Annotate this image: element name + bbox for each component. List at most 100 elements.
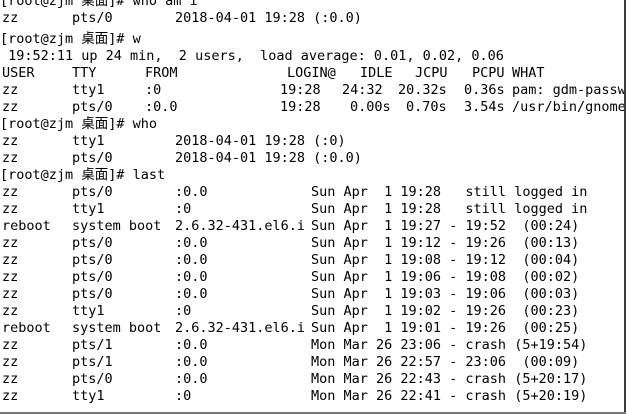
last-user: zz xyxy=(2,201,19,217)
w-row: zz tty1 :0 19:28 24:32 20.32s 0.36s pam:… xyxy=(0,82,626,99)
last-tty: pts/1 xyxy=(72,337,113,353)
last-time: Sun Apr 1 19:06 - 19:08 (00:02) xyxy=(311,269,580,285)
w-header-tty: TTY xyxy=(72,65,97,81)
w-what: /usr/bin/gnome- xyxy=(512,99,626,115)
prompt-who: [root@zjm 桌面]# who xyxy=(0,116,158,132)
last-time: Sun Apr 1 19:27 - 19:52 (00:24) xyxy=(311,218,580,234)
last-tty: pts/0 xyxy=(72,235,113,251)
last-host: :0.0 xyxy=(175,286,208,302)
w-user: zz xyxy=(2,82,19,98)
last-host: :0.0 xyxy=(175,371,208,387)
last-time: Mon Mar 26 22:41 - crash (5+20:19) xyxy=(311,388,588,404)
w-header-row: USER TTY FROM LOGIN@ IDLE JCPU PCPU WHAT xyxy=(0,65,626,82)
last-user: zz xyxy=(2,337,19,353)
last-row: reboot system boot 2.6.32-431.el6.i Sun … xyxy=(0,320,626,337)
last-time: Sun Apr 1 19:08 - 19:12 (00:04) xyxy=(311,252,580,268)
w-from: :0 xyxy=(145,82,162,98)
last-row: zz pts/0 :0.0 Sun Apr 1 19:08 - 19:12 (0… xyxy=(0,252,626,269)
w-idle: 24:32 xyxy=(342,82,383,98)
who-login: 2018-04-01 19:28 (:0) xyxy=(175,133,346,149)
whoami-user: zz xyxy=(2,10,19,26)
last-host: :0.0 xyxy=(175,235,208,251)
last-row: zz pts/0 :0.0 Sun Apr 1 19:06 - 19:08 (0… xyxy=(0,269,626,286)
last-tty: pts/0 xyxy=(72,269,113,285)
last-tty: system boot xyxy=(72,320,162,336)
last-row: zz tty1 :0 Sun Apr 1 19:02 - 19:26 (00:2… xyxy=(0,303,626,320)
prompt-w: [root@zjm 桌面]# w xyxy=(0,31,141,47)
prompt-who-am-i: [root@zjm 桌面]# who am i xyxy=(0,0,198,9)
last-time: Sun Apr 1 19:28 still logged in xyxy=(311,201,588,217)
who-row: zz pts/0 2018-04-01 19:28 (:0.0) xyxy=(0,150,626,167)
last-host: :0.0 xyxy=(175,184,208,200)
last-host: 2.6.32-431.el6.i xyxy=(175,218,306,234)
last-user: zz xyxy=(2,235,19,251)
w-header-from: FROM xyxy=(145,65,178,81)
w-pcpu: 3.54s xyxy=(464,99,505,115)
last-user: zz xyxy=(2,286,19,302)
whoami-row: zz pts/0 2018-04-01 19:28 (:0.0) xyxy=(0,10,626,27)
w-jcpu: 0.70s xyxy=(406,99,447,115)
whoami-tty: pts/0 xyxy=(72,10,113,26)
last-tty: tty1 xyxy=(72,388,105,404)
last-host: :0.0 xyxy=(175,269,208,285)
who-tty: tty1 xyxy=(72,133,105,149)
last-time: Mon Mar 26 22:57 - 23:06 (00:09) xyxy=(311,354,580,370)
w-what: pam: gdm-passwo xyxy=(512,82,626,98)
prompt-last: [root@zjm 桌面]# last xyxy=(0,167,166,183)
last-row: reboot system boot 2.6.32-431.el6.i Sun … xyxy=(0,218,626,235)
last-user: reboot xyxy=(2,218,51,234)
last-user: zz xyxy=(2,184,19,200)
w-login: 19:28 xyxy=(280,82,321,98)
last-host: 2.6.32-431.el6.i xyxy=(175,320,306,336)
last-row: zz pts/0 :0.0 Sun Apr 1 19:12 - 19:26 (0… xyxy=(0,235,626,252)
last-tty: pts/0 xyxy=(72,252,113,268)
w-tty: pts/0 xyxy=(72,99,113,115)
last-row: zz tty1 :0 Mon Mar 26 22:41 - crash (5+2… xyxy=(0,388,626,405)
last-row: zz tty1 :0 Sun Apr 1 19:28 still logged … xyxy=(0,201,626,218)
last-user: zz xyxy=(2,388,19,404)
w-uptime: 19:52:11 up 24 min, 2 users, load averag… xyxy=(0,48,504,64)
w-from: :0.0 xyxy=(145,99,178,115)
last-time: Sun Apr 1 19:02 - 19:26 (00:23) xyxy=(311,303,580,319)
last-row: zz pts/0 :0.0 Mon Mar 26 22:43 - crash (… xyxy=(0,371,626,388)
w-idle: 0.00s xyxy=(350,99,391,115)
w-header-jcpu: JCPU xyxy=(415,65,448,81)
last-row: zz pts/1 :0.0 Mon Mar 26 22:57 - 23:06 (… xyxy=(0,354,626,371)
last-time: Mon Mar 26 23:06 - crash (5+19:54) xyxy=(311,337,588,353)
last-time: Mon Mar 26 22:43 - crash (5+20:17) xyxy=(311,371,588,387)
last-user: zz xyxy=(2,371,19,387)
last-host: :0 xyxy=(175,303,192,319)
w-header-login: LOGIN@ xyxy=(287,65,336,81)
last-row: zz pts/1 :0.0 Mon Mar 26 23:06 - crash (… xyxy=(0,337,626,354)
who-user: zz xyxy=(2,133,19,149)
w-header-user: USER xyxy=(2,65,35,81)
last-host: :0.0 xyxy=(175,337,208,353)
who-user: zz xyxy=(2,150,19,166)
who-tty: pts/0 xyxy=(72,150,113,166)
terminal-window[interactable]: [root@zjm 桌面]# who am i zz pts/0 2018-04… xyxy=(0,0,626,414)
last-tty: tty1 xyxy=(72,201,105,217)
last-host: :0.0 xyxy=(175,354,208,370)
w-user: zz xyxy=(2,99,19,115)
w-pcpu: 0.36s xyxy=(464,82,505,98)
last-user: zz xyxy=(2,269,19,285)
w-tty: tty1 xyxy=(72,82,105,98)
last-time: Sun Apr 1 19:28 still logged in xyxy=(311,184,588,200)
w-header-pcpu: PCPU xyxy=(472,65,505,81)
last-row: zz pts/0 :0.0 Sun Apr 1 19:03 - 19:06 (0… xyxy=(0,286,626,303)
last-time: Sun Apr 1 19:01 - 19:26 (00:25) xyxy=(311,320,580,336)
last-user: zz xyxy=(2,354,19,370)
last-user: zz xyxy=(2,303,19,319)
last-host: :0.0 xyxy=(175,252,208,268)
last-row: zz pts/0 :0.0 Sun Apr 1 19:28 still logg… xyxy=(0,184,626,201)
w-jcpu: 20.32s xyxy=(398,82,447,98)
who-login: 2018-04-01 19:28 (:0.0) xyxy=(175,150,362,166)
last-tty: pts/1 xyxy=(72,354,113,370)
last-tty: pts/0 xyxy=(72,286,113,302)
last-host: :0 xyxy=(175,201,192,217)
last-tty: pts/0 xyxy=(72,371,113,387)
last-tty: tty1 xyxy=(72,303,105,319)
w-row: zz pts/0 :0.0 19:28 0.00s 0.70s 3.54s /u… xyxy=(0,99,626,116)
w-header-what: WHAT xyxy=(512,65,545,81)
last-time: Sun Apr 1 19:03 - 19:06 (00:03) xyxy=(311,286,580,302)
